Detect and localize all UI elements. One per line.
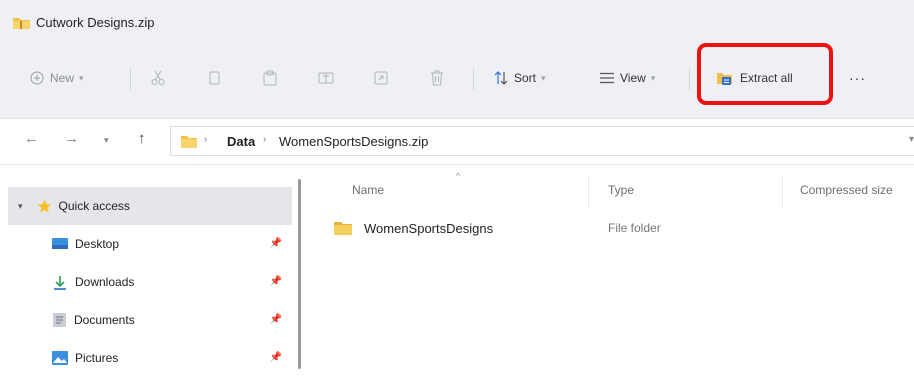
toolbar-divider: [130, 68, 131, 90]
navigation-pane: ▾ Quick access Desktop 📌 Downloads 📌 Doc…: [0, 165, 308, 372]
folder-icon: [334, 222, 352, 235]
more-options-button[interactable]: ···: [849, 66, 866, 90]
chevron-down-icon: ▾: [18, 200, 23, 211]
delete-button[interactable]: [430, 66, 444, 90]
sidebar-item-label: Documents: [74, 313, 135, 327]
more-options-icon: ···: [849, 70, 866, 86]
toolbar-divider: [689, 68, 690, 90]
download-icon: [54, 275, 66, 290]
sort-up-chevron-icon: ^: [456, 171, 461, 181]
title-bar: Cutwork Designs.zip: [0, 0, 914, 46]
back-arrow-icon[interactable]: ←: [24, 130, 39, 147]
pin-icon[interactable]: 📌: [270, 314, 282, 325]
address-dropdown-chevron-icon[interactable]: ▾: [909, 134, 914, 145]
cut-button[interactable]: [150, 66, 166, 90]
plus-circle-icon: [30, 71, 44, 85]
view-button-label: View: [620, 71, 646, 85]
column-divider[interactable]: [782, 175, 783, 209]
recent-locations-chevron-icon[interactable]: ▾: [104, 135, 109, 146]
column-header-name[interactable]: Name: [352, 183, 384, 197]
breadcrumb-separator-icon: ›: [263, 134, 267, 145]
scissors-icon: [151, 70, 165, 85]
chevron-down-icon: ▾: [79, 72, 84, 83]
up-arrow-icon[interactable]: ↑: [138, 130, 146, 147]
copy-icon: [209, 71, 220, 85]
toolbar-divider: [473, 68, 474, 90]
chevron-down-icon: ▾: [650, 72, 656, 83]
view-button[interactable]: View ▾: [600, 66, 655, 90]
extract-all-highlight: [697, 43, 833, 105]
sort-button-label: Sort: [514, 71, 537, 85]
navigation-bar: ← → ▾ ↑ › Data › WomenSportsDesigns.zip …: [0, 119, 914, 164]
breadcrumb-separator-icon: ›: [204, 134, 208, 145]
column-header-type[interactable]: Type: [608, 183, 634, 197]
desktop-icon: [52, 238, 68, 249]
file-name: WomenSportsDesigns: [364, 221, 494, 236]
view-lines-icon: [600, 72, 614, 84]
pin-icon[interactable]: 📌: [270, 276, 282, 287]
new-button[interactable]: New ▾: [30, 66, 84, 90]
zip-folder-icon: [13, 18, 30, 29]
file-list: Name ^ Type Compressed size WomenSportsD…: [310, 165, 914, 372]
sidebar-item-quick-access[interactable]: ▾ Quick access: [8, 187, 292, 225]
documents-icon: [53, 313, 66, 327]
share-button[interactable]: [373, 66, 389, 90]
address-bar[interactable]: › Data › WomenSportsDesigns.zip ▾: [170, 126, 914, 156]
file-type: File folder: [608, 221, 661, 235]
folder-icon: [181, 136, 197, 148]
forward-arrow-icon[interactable]: →: [64, 130, 79, 147]
column-divider[interactable]: [588, 175, 589, 209]
sort-button[interactable]: Sort ▾: [494, 66, 546, 90]
rename-button[interactable]: [318, 66, 334, 90]
share-icon: [374, 71, 388, 85]
sort-icon: [494, 71, 508, 85]
copy-button[interactable]: [207, 66, 221, 90]
sidebar-item-label: Pictures: [75, 351, 119, 365]
sidebar-item-label: Desktop: [75, 237, 120, 251]
pin-icon[interactable]: 📌: [270, 352, 282, 363]
clipboard-icon: [263, 70, 277, 86]
trash-icon: [431, 70, 443, 86]
breadcrumb-zip[interactable]: WomenSportsDesigns.zip: [279, 134, 428, 149]
breadcrumb-data[interactable]: Data: [227, 134, 255, 149]
sidebar-item-documents[interactable]: Documents 📌: [8, 301, 292, 339]
pictures-icon: [52, 351, 68, 365]
pin-icon[interactable]: 📌: [270, 238, 282, 249]
sidebar-item-label: Downloads: [75, 275, 135, 289]
sidebar-scrollbar[interactable]: [298, 179, 301, 369]
table-row[interactable]: WomenSportsDesigns File folder: [324, 215, 914, 243]
star-icon: [37, 199, 51, 212]
column-header-compressed-size[interactable]: Compressed size: [800, 183, 893, 197]
sidebar-item-label: Quick access: [58, 199, 130, 213]
window-title: Cutwork Designs.zip: [36, 15, 155, 30]
new-button-label: New: [50, 71, 75, 85]
sidebar-item-desktop[interactable]: Desktop 📌: [8, 225, 292, 263]
paste-button[interactable]: [263, 66, 277, 90]
chevron-down-icon: ▾: [541, 72, 546, 83]
rename-icon: [318, 72, 334, 84]
sidebar-item-downloads[interactable]: Downloads 📌: [8, 263, 292, 301]
sidebar-item-pictures[interactable]: Pictures 📌: [8, 339, 292, 377]
